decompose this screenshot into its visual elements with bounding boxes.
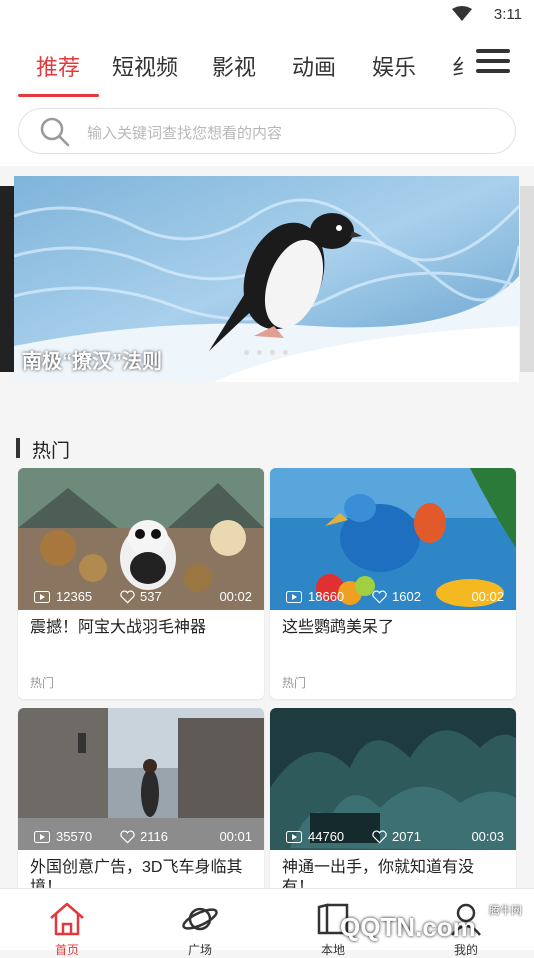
- banner-dot: [270, 350, 275, 355]
- view-count: 44760: [308, 829, 345, 844]
- category-tabs: 推荐 短视频 影视 动画 娱乐 纟: [0, 30, 534, 98]
- menu-icon-line: [476, 59, 510, 63]
- watermark-logo: 腾牛网 QQTN.com: [320, 898, 530, 946]
- video-duration: 00:02: [219, 589, 252, 604]
- nav-home[interactable]: 首页: [27, 889, 107, 957]
- banner-dot: [257, 350, 262, 355]
- status-time: 3:11: [493, 6, 522, 23]
- tab-recommend[interactable]: 推荐: [36, 50, 80, 82]
- search-input[interactable]: 输入关键词查找您想看的内容: [18, 108, 516, 154]
- menu-icon: [476, 49, 510, 53]
- video-card[interactable]: 44760 2071 00:03 神通一出手，你就知道有没有！: [270, 708, 516, 906]
- home-icon: [50, 902, 84, 936]
- video-duration: 00:02: [471, 589, 504, 604]
- video-tag: 热门: [282, 676, 307, 690]
- video-duration: 00:01: [219, 829, 252, 844]
- banner-prev-peek: [0, 186, 14, 372]
- like-count: 2071: [392, 829, 421, 844]
- tab-animation[interactable]: 动画: [292, 50, 336, 82]
- banner-pagination: [244, 342, 296, 360]
- tab-entertainment[interactable]: 娱乐: [372, 50, 416, 82]
- video-stats: 35570 2116 00:01: [18, 824, 264, 850]
- video-card[interactable]: 35570 2116 00:01 外国创意广告，3D飞车身临其境！: [18, 708, 264, 906]
- active-tab-indicator: [18, 94, 99, 97]
- heart-icon: [372, 590, 387, 604]
- video-card[interactable]: 12365 537 00:02 震撼！阿宝大战羽毛神器 热门: [18, 468, 264, 699]
- play-count-icon: [34, 591, 50, 603]
- like-count: 2116: [140, 829, 168, 844]
- video-thumbnail: 18660 1602 00:02: [270, 468, 516, 610]
- tab-film[interactable]: 影视: [212, 50, 256, 82]
- section-title-marker: [16, 438, 20, 458]
- search-icon: [40, 117, 70, 147]
- heart-icon: [120, 830, 135, 844]
- tab-short-video[interactable]: 短视频: [112, 50, 178, 82]
- video-title: 这些鹦鹉美呆了: [282, 619, 395, 636]
- nav-square[interactable]: 广场: [160, 889, 240, 957]
- nav-square-label: 广场: [187, 943, 212, 957]
- view-count: 35570: [56, 829, 93, 844]
- video-stats: 18660 1602 00:02: [270, 584, 516, 610]
- banner-dot: [244, 350, 249, 355]
- like-count: 537: [140, 589, 162, 604]
- view-count: 12365: [56, 589, 93, 604]
- heart-icon: [372, 830, 387, 844]
- wifi-icon: [452, 6, 472, 21]
- banner-next-peek: [520, 186, 534, 372]
- video-duration: 00:03: [471, 829, 504, 844]
- banner-dot: [283, 350, 288, 355]
- like-count: 1602: [392, 589, 421, 604]
- search-area: 输入关键词查找您想看的内容: [0, 98, 534, 166]
- play-count-icon: [286, 591, 302, 603]
- video-thumbnail: 12365 537 00:02: [18, 468, 264, 610]
- status-bar: 3:11: [0, 0, 534, 30]
- video-tag: 热门: [30, 676, 55, 690]
- video-stats: 44760 2071 00:03: [270, 824, 516, 850]
- planet-icon: [182, 907, 218, 931]
- watermark-text: QQTN.com: [340, 912, 476, 942]
- banner-carousel[interactable]: 南极“撩汉”法则: [14, 176, 519, 382]
- play-count-icon: [34, 831, 50, 843]
- banner-caption: 南极“撩汉”法则: [22, 351, 162, 373]
- play-count-icon: [286, 831, 302, 843]
- video-thumbnail: 44760 2071 00:03: [270, 708, 516, 850]
- heart-icon: [120, 590, 135, 604]
- video-stats: 12365 537 00:02: [18, 584, 264, 610]
- tab-more-partial[interactable]: 纟: [452, 50, 474, 82]
- nav-home-label: 首页: [54, 943, 79, 957]
- video-thumbnail: 35570 2116 00:01: [18, 708, 264, 850]
- video-card[interactable]: 18660 1602 00:02 这些鹦鹉美呆了 热门: [270, 468, 516, 699]
- view-count: 18660: [308, 589, 345, 604]
- section-title: 热门: [32, 441, 71, 462]
- search-placeholder: 输入关键词查找您想看的内容: [87, 125, 283, 142]
- menu-button[interactable]: [476, 46, 512, 76]
- watermark-subtext: 腾牛网: [489, 905, 522, 917]
- video-title: 震撼！阿宝大战羽毛神器: [30, 619, 207, 636]
- menu-icon-line: [476, 69, 510, 73]
